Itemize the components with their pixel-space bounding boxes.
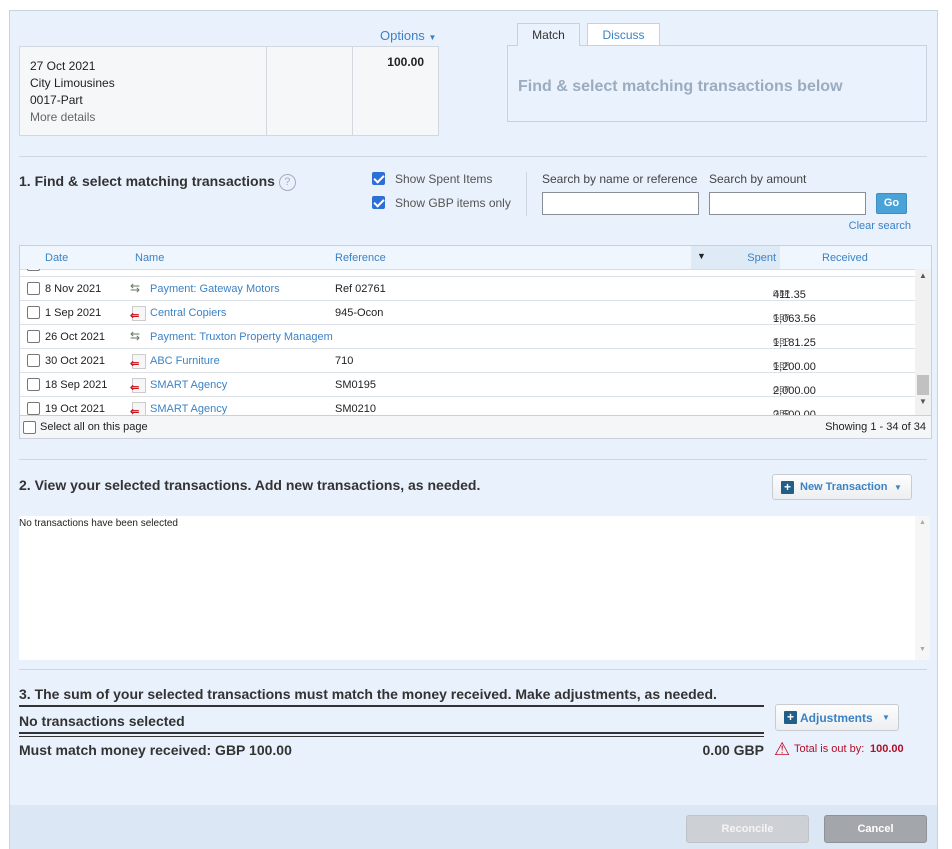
transfer-icon: ⇆ — [130, 281, 141, 295]
statement-payee: City Limousines — [30, 76, 115, 90]
plus-icon: + — [784, 711, 797, 724]
row-reference: Ref 02761 — [335, 283, 386, 295]
row-name-link[interactable]: SMART Agency — [150, 379, 227, 391]
table-body: 8 Nov 2021 ⇆ Payment: Gateway Motors Ref … — [20, 269, 916, 415]
section3-title: 3. The sum of your selected transactions… — [19, 686, 717, 702]
select-all-label: Select all on this page — [40, 421, 148, 433]
row-name-link[interactable]: SMART Agency — [150, 403, 227, 415]
clear-search-link[interactable]: Clear search — [849, 220, 911, 232]
row-checkbox[interactable] — [27, 402, 40, 415]
row-reference: 945-Ocon — [335, 307, 384, 319]
scrollbar-thumb[interactable] — [917, 375, 929, 395]
options-dropdown[interactable]: Options ▼ — [380, 28, 436, 43]
col-date[interactable]: Date — [45, 252, 68, 264]
col-spent[interactable]: ▼ Spent — [691, 246, 780, 269]
statement-reference: 0017-Part — [30, 93, 83, 107]
out-by-label: Total is out by: — [794, 743, 865, 755]
plus-icon: + — [781, 481, 794, 494]
reconcile-button[interactable]: Reconcile — [686, 815, 809, 843]
section1-title: 1. Find & select matching transactions ? — [19, 173, 296, 191]
row-checkbox[interactable] — [27, 378, 40, 391]
row-name-link[interactable]: Payment: Gateway Motors — [150, 283, 280, 295]
new-transaction-button[interactable]: + New Transaction ▼ — [772, 474, 912, 500]
col-reference[interactable]: Reference — [335, 252, 386, 264]
statement-date: 27 Oct 2021 — [30, 59, 96, 73]
caret-down-icon: ▼ — [894, 483, 902, 492]
table-row-partial — [20, 269, 916, 277]
show-gbp-label: Show GBP items only — [395, 196, 511, 210]
row-reference: SM0195 — [335, 379, 376, 391]
table-scrollbar[interactable]: ▲ ▼ — [915, 269, 931, 415]
row-name-link[interactable]: Payment: Truxton Property Managem — [150, 331, 333, 343]
row-reference: SM0210 — [335, 403, 376, 415]
transfer-icon: ⇆ — [130, 329, 141, 343]
row-reference: 710 — [335, 355, 354, 367]
match-message: Find & select matching transactions belo… — [518, 78, 843, 95]
row-date: 19 Oct 2021 — [45, 403, 105, 415]
row-checkbox[interactable] — [27, 330, 40, 343]
table-row[interactable]: 8 Nov 2021 ⇆ Payment: Gateway Motors Ref … — [20, 277, 916, 301]
row-date: 26 Oct 2021 — [45, 331, 105, 343]
table-row[interactable]: 30 Oct 2021 ⇐ ABC Furniture 710 1,200.00 … — [20, 349, 916, 373]
tab-discuss[interactable]: Discuss — [587, 23, 660, 46]
row-date: 1 Sep 2021 — [45, 307, 102, 319]
cancel-button[interactable]: Cancel — [824, 815, 927, 843]
no-transactions-selected: No transactions selected — [19, 713, 185, 729]
options-label: Options — [380, 28, 425, 43]
table-row[interactable]: 26 Oct 2021 ⇆ Payment: Truxton Property M… — [20, 325, 916, 349]
transactions-table: Date Name Reference ▼ Spent Received 8 N… — [19, 245, 932, 439]
table-footer: Select all on this page Showing 1 - 34 o… — [20, 415, 931, 438]
statement-line: 27 Oct 2021 City Limousines 0017-Part Mo… — [19, 46, 439, 136]
selected-total: 0.00 GBP — [702, 742, 764, 758]
row-name-link[interactable]: ABC Furniture — [150, 355, 220, 367]
search-amount-label: Search by amount — [709, 172, 807, 186]
match-panel: Find & select matching transactions belo… — [507, 45, 927, 122]
go-button[interactable]: Go — [876, 193, 907, 214]
showing-count: Showing 1 - 34 of 34 — [825, 421, 926, 433]
must-match-text: Must match money received: GBP 100.00 — [19, 742, 292, 758]
out-by-value: 100.00 — [870, 743, 904, 755]
table-header: Date Name Reference ▼ Spent Received — [20, 246, 931, 270]
more-details-link[interactable]: More details — [30, 109, 115, 126]
section2-title: 2. View your selected transactions. Add … — [19, 477, 481, 493]
show-gbp-checkbox[interactable] — [372, 196, 385, 209]
table-row[interactable]: 18 Sep 2021 ⇐ SMART Agency SM0195 2,000.0… — [20, 373, 916, 397]
table-row[interactable]: 19 Oct 2021 ⇐ SMART Agency SM0210 2,500.0… — [20, 397, 916, 415]
show-spent-checkbox[interactable] — [372, 172, 385, 185]
caret-down-icon: ▼ — [428, 33, 437, 42]
col-received[interactable]: Received — [822, 252, 868, 264]
search-name-input[interactable] — [542, 192, 699, 215]
scroll-up-icon: ▲ — [919, 271, 927, 280]
col-name[interactable]: Name — [135, 252, 164, 264]
caret-down-icon: ▼ — [882, 713, 890, 722]
search-name-label: Search by name or reference — [542, 172, 698, 186]
row-checkbox[interactable] — [27, 354, 40, 367]
row-checkbox[interactable] — [27, 282, 40, 295]
row-date: 18 Sep 2021 — [45, 379, 108, 391]
row-date: 30 Oct 2021 — [45, 355, 105, 367]
empty-message: No transactions have been selected — [19, 518, 178, 529]
select-all-checkbox[interactable] — [23, 421, 36, 434]
table-row[interactable]: 1 Sep 2021 ⇐ Central Copiers 945-Ocon 1,0… — [20, 301, 916, 325]
scroll-down-icon: ▼ — [919, 397, 927, 406]
selected-scrollbar[interactable]: ▲ ▼ — [915, 516, 930, 660]
help-icon[interactable]: ? — [278, 174, 296, 191]
warning-icon: ⚠ — [774, 739, 791, 759]
row-date: 8 Nov 2021 — [45, 283, 102, 295]
row-checkbox[interactable] — [27, 306, 40, 319]
sort-desc-icon: ▼ — [697, 251, 706, 261]
selected-transactions-area: No transactions have been selected ▲ ▼ — [19, 516, 930, 660]
statement-amount: 100.00 — [387, 55, 424, 69]
divider — [19, 156, 927, 157]
search-amount-input[interactable] — [709, 192, 866, 215]
show-spent-label: Show Spent Items — [395, 172, 493, 186]
adjustments-button[interactable]: + Adjustments ▼ — [775, 704, 899, 731]
row-name-link[interactable]: Central Copiers — [150, 307, 226, 319]
